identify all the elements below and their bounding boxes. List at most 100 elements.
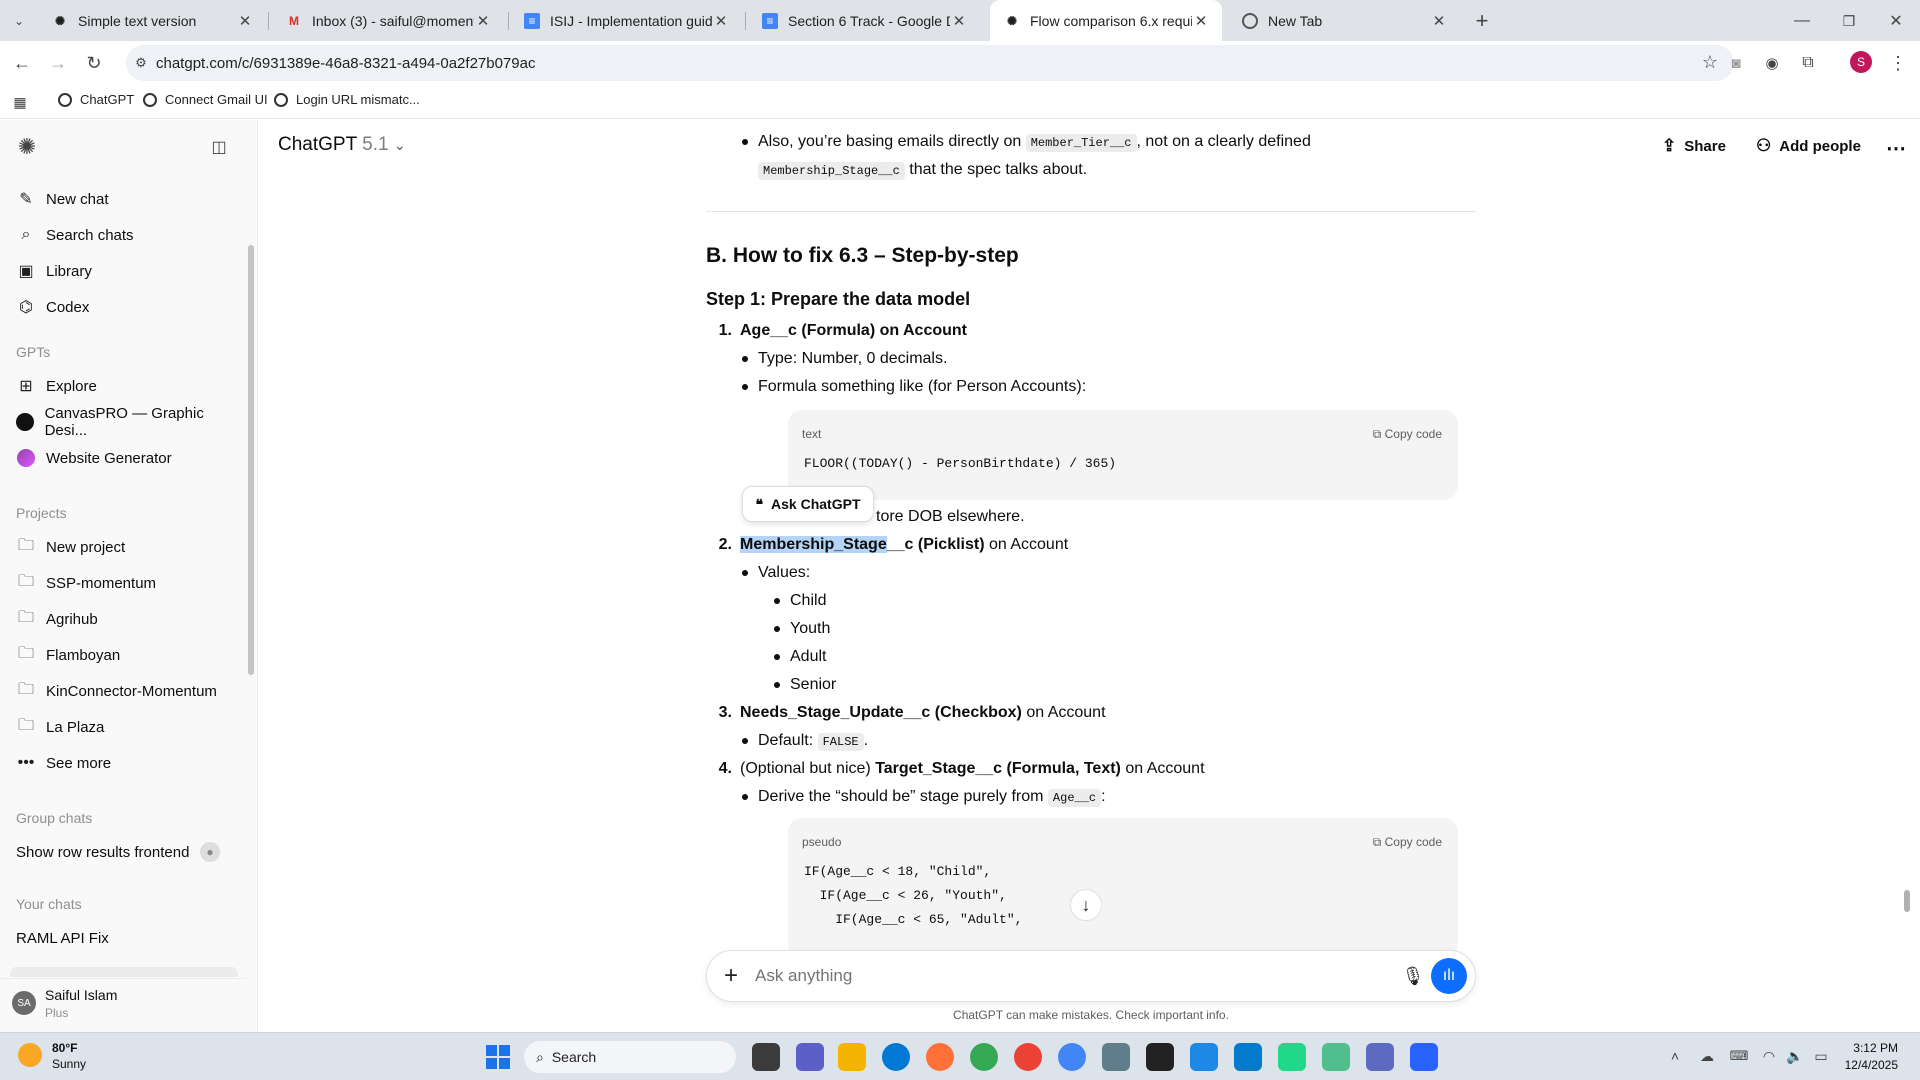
- copy-code-button[interactable]: ⧉ Copy code: [1373, 828, 1442, 856]
- firefox-icon[interactable]: [926, 1043, 954, 1071]
- bookmark-chatgpt[interactable]: ChatGPT: [58, 92, 134, 107]
- sidebar-item-project[interactable]: 🗀 La Plaza: [12, 710, 236, 744]
- prompt-input[interactable]: [755, 966, 1395, 986]
- close-icon[interactable]: ✕: [236, 12, 254, 30]
- close-icon[interactable]: ✕: [1192, 12, 1210, 30]
- sidebar-item-website-generator[interactable]: Website Generator: [12, 441, 236, 475]
- tab-isij[interactable]: ≡ ISIJ - Implementation guide - G ✕: [510, 0, 742, 41]
- tab-search-icon[interactable]: ⌄: [8, 10, 30, 32]
- sidebar-item-project[interactable]: 🗀 Flamboyan: [12, 638, 236, 672]
- url-text: chatgpt.com/c/6931389e-46a8-8321-a494-0a…: [156, 54, 536, 72]
- close-icon[interactable]: ✕: [712, 12, 730, 30]
- browser-menu-icon[interactable]: ⋮: [1886, 51, 1910, 75]
- sidebar-item-project[interactable]: 🗀 SSP-momentum: [12, 566, 236, 600]
- sidebar-item-project[interactable]: 🗀 KinConnector-Momentum: [12, 674, 236, 708]
- app-icon[interactable]: [1410, 1043, 1438, 1071]
- microphone-icon[interactable]: 🎙: [1395, 966, 1431, 987]
- disclaimer: ChatGPT can make mistakes. Check importa…: [953, 1008, 1229, 1022]
- tab-new-tab[interactable]: New Tab ✕: [1228, 0, 1460, 41]
- close-icon[interactable]: ✕: [950, 12, 968, 30]
- profile-avatar[interactable]: S: [1850, 51, 1872, 73]
- pycharm-icon[interactable]: [1278, 1043, 1306, 1071]
- sidebar-item-canvaspro[interactable]: CanvasPRO — Graphic Desi...: [12, 405, 236, 439]
- scroll-down-arrow-icon[interactable]: ↓: [1070, 889, 1102, 921]
- tab-simple-text[interactable]: ✺ Simple text version ✕: [38, 0, 266, 41]
- app-icon[interactable]: [1190, 1043, 1218, 1071]
- sidebar-item-chat[interactable]: RAML API Fix: [12, 921, 236, 955]
- windows-start-icon[interactable]: [486, 1045, 510, 1069]
- reload-icon[interactable]: ↻: [82, 51, 106, 75]
- edge-icon[interactable]: [882, 1043, 910, 1071]
- model-selector[interactable]: ChatGPT 5.1 ⌄: [278, 134, 406, 156]
- task-view-icon[interactable]: [752, 1043, 780, 1071]
- share-button[interactable]: ⇪ Share: [1662, 136, 1726, 156]
- tab-inbox[interactable]: M Inbox (3) - saiful@momentum- ✕: [272, 0, 504, 41]
- code-text: FLOOR((TODAY() - PersonBirthdate) / 365): [804, 456, 1117, 471]
- app-icon[interactable]: [1366, 1043, 1394, 1071]
- keyboard-icon[interactable]: ⌨: [1728, 1045, 1750, 1067]
- sidebar-item-library[interactable]: ▣ Library: [12, 254, 236, 288]
- minimize-icon[interactable]: —: [1790, 9, 1814, 33]
- vscode-icon[interactable]: [1234, 1043, 1262, 1071]
- taskbar-search[interactable]: ⌕ Search: [524, 1041, 736, 1073]
- close-icon[interactable]: ✕: [1430, 12, 1448, 30]
- sidebar-item-see-more[interactable]: ••• See more: [12, 746, 236, 780]
- app-icon[interactable]: [1102, 1043, 1130, 1071]
- chevron-up-icon[interactable]: ˄: [1664, 1045, 1686, 1067]
- sidebar-scrollbar[interactable]: [248, 245, 254, 675]
- terminal-icon[interactable]: [1146, 1043, 1174, 1071]
- weather-desc: Sunny: [52, 1057, 87, 1071]
- wifi-icon[interactable]: ◠: [1758, 1045, 1780, 1067]
- extension-shield-icon[interactable]: ◉: [1760, 51, 1784, 75]
- main-scrollbar[interactable]: [1904, 890, 1910, 912]
- address-bar[interactable]: ⚙ chatgpt.com/c/6931389e-46a8-8321-a494-…: [126, 45, 1734, 81]
- active-chat-highlight[interactable]: [10, 967, 238, 977]
- more-options-icon[interactable]: ⋯: [1886, 136, 1906, 161]
- folder-icon: 🗀: [17, 680, 34, 698]
- cloud-icon[interactable]: ☁: [1696, 1045, 1718, 1067]
- teams-icon[interactable]: [796, 1043, 824, 1071]
- chrome-icon[interactable]: [970, 1043, 998, 1071]
- volume-icon[interactable]: 🔈: [1784, 1045, 1806, 1067]
- site-info-icon[interactable]: ⚙: [126, 55, 156, 71]
- close-sidebar-icon[interactable]: ◫: [208, 136, 230, 158]
- apps-grid-icon[interactable]: ▦: [10, 92, 30, 112]
- restore-icon[interactable]: ❐: [1837, 9, 1861, 33]
- new-tab-icon[interactable]: +: [1470, 8, 1494, 33]
- sidebar-item-search-chats[interactable]: ⌕ Search chats: [12, 218, 236, 252]
- sidebar-item-explore[interactable]: ⊞ Explore: [12, 369, 236, 403]
- plus-icon[interactable]: +: [707, 962, 755, 990]
- bullet-dob-partial: tore DOB elsewhere.: [876, 508, 1025, 525]
- add-people-button[interactable]: ⚇ Add people: [1756, 136, 1861, 156]
- voice-mode-icon[interactable]: ılı: [1431, 958, 1467, 994]
- sidebar-item-new-chat[interactable]: ✎ New chat: [12, 182, 236, 216]
- bullet-type: Type: Number, 0 decimals.: [758, 350, 948, 367]
- ask-chatgpt-popup[interactable]: ❝ Ask ChatGPT: [742, 486, 874, 522]
- list-item-2: 2. Membership_Stage__c (Picklist) on Acco…: [718, 536, 1069, 553]
- openai-logo-icon[interactable]: ✺: [14, 134, 40, 160]
- chatgpt-icon: [58, 92, 72, 107]
- close-icon[interactable]: ✕: [474, 12, 492, 30]
- bookmark-connect-gmail[interactable]: Connect Gmail UI: [143, 92, 268, 107]
- sun-weather-icon[interactable]: [18, 1043, 42, 1067]
- battery-icon[interactable]: ▭: [1810, 1045, 1832, 1067]
- sidebar-item-codex[interactable]: ⌬ Codex: [12, 290, 236, 324]
- sidebar-item-new-project[interactable]: 🗀 New project: [12, 530, 236, 564]
- tab-flow-comparison[interactable]: ✺ Flow comparison 6.x requireme ✕: [990, 0, 1222, 41]
- file-explorer-icon[interactable]: [838, 1043, 866, 1071]
- star-icon[interactable]: ☆: [1700, 52, 1720, 72]
- extensions-puzzle-icon[interactable]: ⧉: [1796, 51, 1820, 75]
- chrome-active-icon[interactable]: [1058, 1043, 1086, 1071]
- forward-arrow-icon[interactable]: →: [46, 51, 70, 75]
- bookmark-login-url[interactable]: Login URL mismatc...: [274, 92, 420, 107]
- app-icon[interactable]: [1322, 1043, 1350, 1071]
- sidebar-item-group-chat[interactable]: Show row results frontend ●: [12, 835, 236, 869]
- back-arrow-icon[interactable]: ←: [10, 51, 34, 75]
- camera-icon[interactable]: ◙: [1724, 51, 1748, 75]
- user-account[interactable]: SA Saiful Islam Plus: [0, 978, 246, 1032]
- sidebar-item-project[interactable]: 🗀 Agrihub: [12, 602, 236, 636]
- copy-code-button[interactable]: ⧉ Copy code: [1373, 420, 1442, 448]
- tab-section-6[interactable]: ≡ Section 6 Track - Google Docs ✕: [748, 0, 980, 41]
- chrome-icon[interactable]: [1014, 1043, 1042, 1071]
- window-close-icon[interactable]: ✕: [1884, 9, 1908, 33]
